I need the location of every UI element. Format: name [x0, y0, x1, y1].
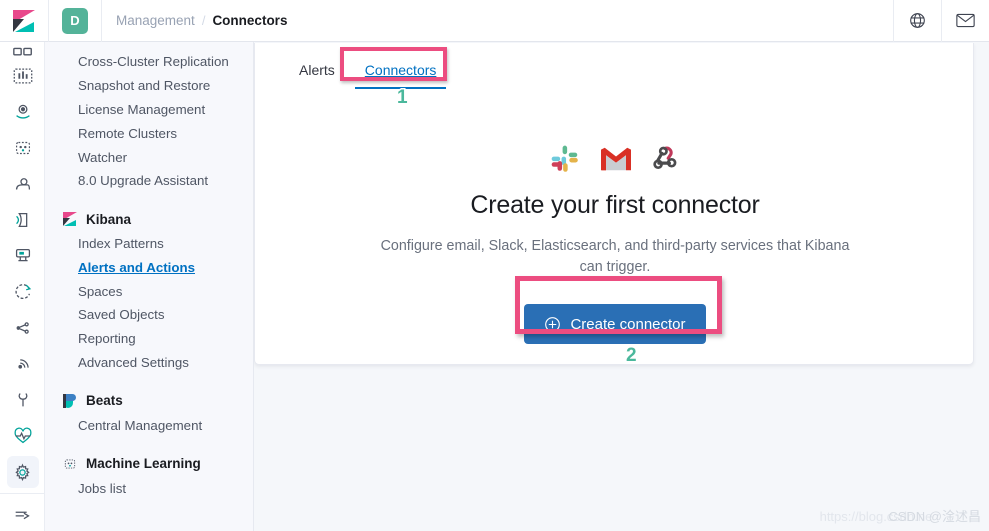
space-avatar-wrapper[interactable]: D: [49, 0, 101, 42]
nav-item-jobs-list[interactable]: Jobs list: [45, 476, 253, 500]
rail-item-monitoring[interactable]: [0, 346, 44, 382]
breadcrumb-connectors: Connectors: [212, 13, 288, 28]
rail-item-dev-tools[interactable]: [0, 382, 44, 418]
nav-item-central-management[interactable]: Central Management: [45, 413, 253, 437]
canvas-icon: [13, 68, 32, 84]
annotation-marker-2: 2: [625, 344, 638, 368]
collapse-arrow-icon: [15, 511, 30, 520]
connector-logo-row: [549, 143, 681, 175]
kibana-logo-icon: [13, 9, 35, 32]
wrench-icon: [18, 393, 27, 407]
rail-item-apm[interactable]: [0, 238, 44, 274]
gmail-icon: [601, 147, 631, 171]
dashboard-icon: [12, 47, 32, 56]
slack-icon: [551, 145, 578, 172]
nav-item-upgrade-assistant[interactable]: 8.0 Upgrade Assistant: [45, 169, 253, 193]
breadcrumb-separator: /: [201, 13, 206, 28]
rail-divider: [0, 493, 44, 494]
rail-item-logs[interactable]: [0, 202, 44, 238]
rail-item-management[interactable]: [0, 454, 44, 490]
header-actions: [893, 0, 989, 42]
watermark: https://blog.csdn.ne CSDN @淦述昌: [820, 506, 981, 525]
rail-item-stack-monitoring[interactable]: [0, 418, 44, 454]
nav-item-remote-clusters[interactable]: Remote Clusters: [45, 121, 253, 145]
avatar[interactable]: D: [62, 7, 88, 34]
webhook-icon: [653, 146, 677, 170]
breadcrumb-management[interactable]: Management: [116, 13, 195, 28]
nav-group-label: Beats: [86, 393, 123, 409]
nav-group-title-machine-learning: Machine Learning: [45, 451, 253, 476]
maps-icon: [15, 104, 30, 119]
nav-item-spaces[interactable]: Spaces: [45, 279, 253, 303]
nav-item-watcher[interactable]: Watcher: [45, 145, 253, 169]
machine-learning-icon: [64, 459, 76, 469]
create-connector-button[interactable]: Create connector: [524, 304, 706, 344]
uptime-icon: [14, 284, 31, 300]
page-description: Configure email, Slack, Elasticsearch, a…: [380, 238, 850, 275]
beats-icon: [63, 393, 77, 408]
rail-item-dashboard[interactable]: [0, 42, 44, 58]
main-content: Alerts Connectors Create your first conn…: [254, 42, 989, 531]
nav-item-advanced-settings[interactable]: Advanced Settings: [45, 351, 253, 375]
mail-icon: [956, 13, 975, 28]
nav-item-license-management[interactable]: License Management: [45, 98, 253, 122]
help-icon: [910, 13, 925, 28]
nav-item-snapshot-and-restore[interactable]: Snapshot and Restore: [45, 74, 253, 98]
nav-group-title-kibana: Kibana: [45, 207, 253, 232]
nav-group-beats: Beats Central Management: [45, 388, 253, 437]
tab-alerts[interactable]: Alerts: [287, 53, 347, 89]
nav-item-alerts-and-actions[interactable]: Alerts and Actions: [45, 255, 253, 279]
nav-group-label: Kibana: [86, 211, 132, 227]
top-header: D Management / Connectors: [0, 0, 989, 42]
nav-group-elasticsearch: Cross-Cluster Replication Snapshot and R…: [45, 50, 253, 193]
nav-group-kibana: Kibana Index Patterns Alerts and Actions…: [45, 207, 253, 375]
create-connector-label: Create connector: [570, 315, 686, 333]
rail-item-uptime[interactable]: [0, 274, 44, 310]
nav-item-index-patterns[interactable]: Index Patterns: [45, 232, 253, 256]
left-icon-rail[interactable]: [0, 42, 45, 531]
empty-state-prompt: Create your first connector Configure em…: [255, 143, 975, 344]
kibana-logo[interactable]: [0, 0, 48, 42]
connectors-panel: Alerts Connectors Create your first conn…: [254, 43, 974, 365]
nav-group-title-beats: Beats: [45, 388, 253, 413]
kibana-management-connectors-page: D Management / Connectors Cross-Cluster …: [0, 0, 989, 531]
infrastructure-icon: [15, 178, 30, 190]
logs-icon: [15, 212, 27, 228]
monitoring-icon: [17, 359, 29, 369]
rail-item-siem[interactable]: [0, 310, 44, 346]
rail-item-machine-learning[interactable]: [0, 130, 44, 166]
plus-in-circle-icon: [545, 316, 561, 332]
mail-button[interactable]: [942, 0, 989, 42]
rail-item-maps[interactable]: [0, 94, 44, 130]
rail-item-collapse[interactable]: [0, 497, 44, 531]
annotation-highlight-connectors-tab: [340, 47, 447, 81]
kibana-icon: [63, 212, 77, 227]
breadcrumb: Management / Connectors: [102, 13, 287, 28]
apm-icon: [15, 248, 30, 262]
rail-item-infrastructure[interactable]: [0, 166, 44, 202]
machine-learning-icon: [15, 141, 30, 155]
annotation-marker-1: 1: [396, 86, 409, 110]
help-button[interactable]: [894, 0, 941, 42]
gear-icon: [15, 463, 30, 481]
management-nav-panel: Cross-Cluster Replication Snapshot and R…: [45, 42, 254, 531]
page-title: Create your first connector: [470, 191, 760, 219]
nav-item-cross-cluster-replication[interactable]: Cross-Cluster Replication: [45, 50, 253, 74]
siem-icon: [16, 322, 29, 334]
nav-group-label: Machine Learning: [86, 456, 201, 472]
rail-item-canvas[interactable]: [0, 58, 44, 94]
nav-item-reporting[interactable]: Reporting: [45, 327, 253, 351]
heartbeat-icon: [14, 427, 31, 444]
watermark-tag: CSDN @淦述昌: [888, 509, 981, 524]
nav-group-machine-learning: Machine Learning Jobs list: [45, 451, 253, 500]
nav-item-saved-objects[interactable]: Saved Objects: [45, 303, 253, 327]
rail-chip-selected: [6, 456, 39, 488]
